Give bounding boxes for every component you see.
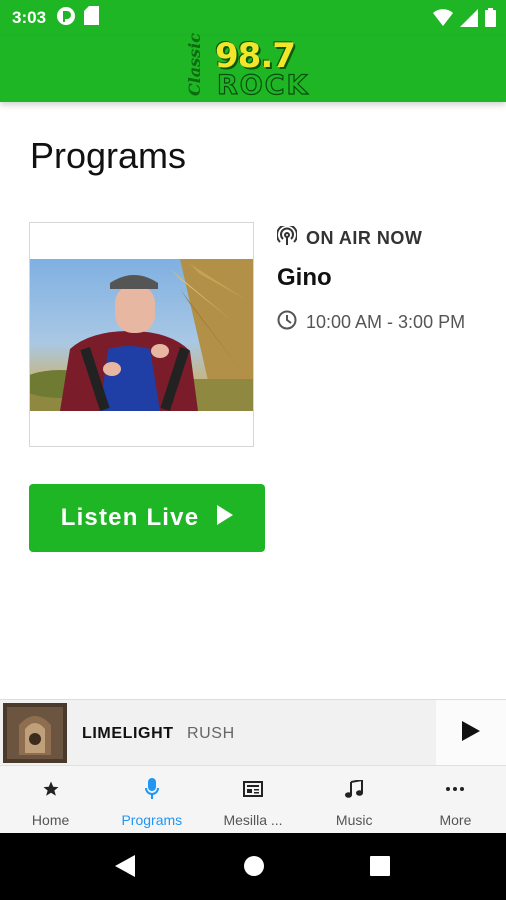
logo-classic: Classic: [185, 32, 204, 96]
nav-item-more[interactable]: More: [405, 766, 506, 833]
bottom-nav: Home Programs Mesilla ... Music More: [0, 765, 506, 833]
wifi-icon: [433, 8, 453, 32]
star-icon: [42, 778, 60, 800]
track-title: LIMELIGHT: [82, 725, 174, 742]
host-photo: [30, 259, 253, 411]
nav-item-music[interactable]: Music: [304, 766, 405, 833]
battery-icon: [485, 8, 496, 32]
microphone-icon: [144, 778, 160, 800]
app-header: Classic 98.7 ROCK: [0, 33, 506, 102]
clock-icon: [277, 310, 297, 335]
signal-icon: [460, 8, 478, 32]
recents-square-icon[interactable]: [370, 856, 390, 881]
page-title: Programs: [30, 135, 187, 176]
play-icon: [462, 720, 480, 746]
host-name: Gino: [277, 264, 332, 291]
status-bar: 3:03: [0, 0, 506, 36]
broadcast-icon: [276, 223, 298, 251]
show-time: 10:00 AM - 3:00 PM: [277, 310, 465, 335]
listen-live-label: Listen Live: [60, 504, 200, 531]
nav-label-mesilla: Mesilla ...: [223, 812, 283, 828]
play-icon: [217, 504, 234, 532]
app-notification-icon: [56, 6, 76, 31]
nav-label-home: Home: [31, 812, 70, 828]
home-circle-icon[interactable]: [243, 855, 265, 882]
mini-player-play-button[interactable]: [436, 700, 506, 766]
nav-item-programs[interactable]: Programs: [101, 766, 202, 833]
on-air-indicator: ON AIR NOW: [276, 223, 423, 251]
system-navigation-bar: [0, 833, 506, 900]
program-image: [29, 222, 254, 447]
newspaper-icon: [243, 778, 263, 800]
nav-label-music: Music: [335, 812, 373, 828]
mini-player[interactable]: LIMELIGHT RUSH: [0, 699, 506, 766]
show-time-range: 10:00 AM - 3:00 PM: [306, 312, 466, 332]
listen-live-button[interactable]: Listen Live: [29, 484, 265, 552]
nav-item-mesilla[interactable]: Mesilla ...: [202, 766, 303, 833]
music-note-icon: [345, 778, 364, 800]
on-air-label: ON AIR NOW: [306, 228, 423, 248]
nav-item-home[interactable]: Home: [0, 766, 101, 833]
track-artist: RUSH: [187, 725, 235, 742]
back-icon[interactable]: [115, 855, 135, 882]
logo-rock: ROCK: [216, 69, 310, 101]
status-time: 3:03: [12, 8, 47, 27]
more-dots-icon: [446, 778, 465, 800]
nav-label-programs: Programs: [121, 812, 183, 828]
nav-label-more: More: [439, 812, 472, 828]
station-logo[interactable]: Classic 98.7 ROCK: [183, 33, 323, 102]
album-art: [3, 703, 67, 763]
sd-card-icon: [84, 6, 100, 30]
